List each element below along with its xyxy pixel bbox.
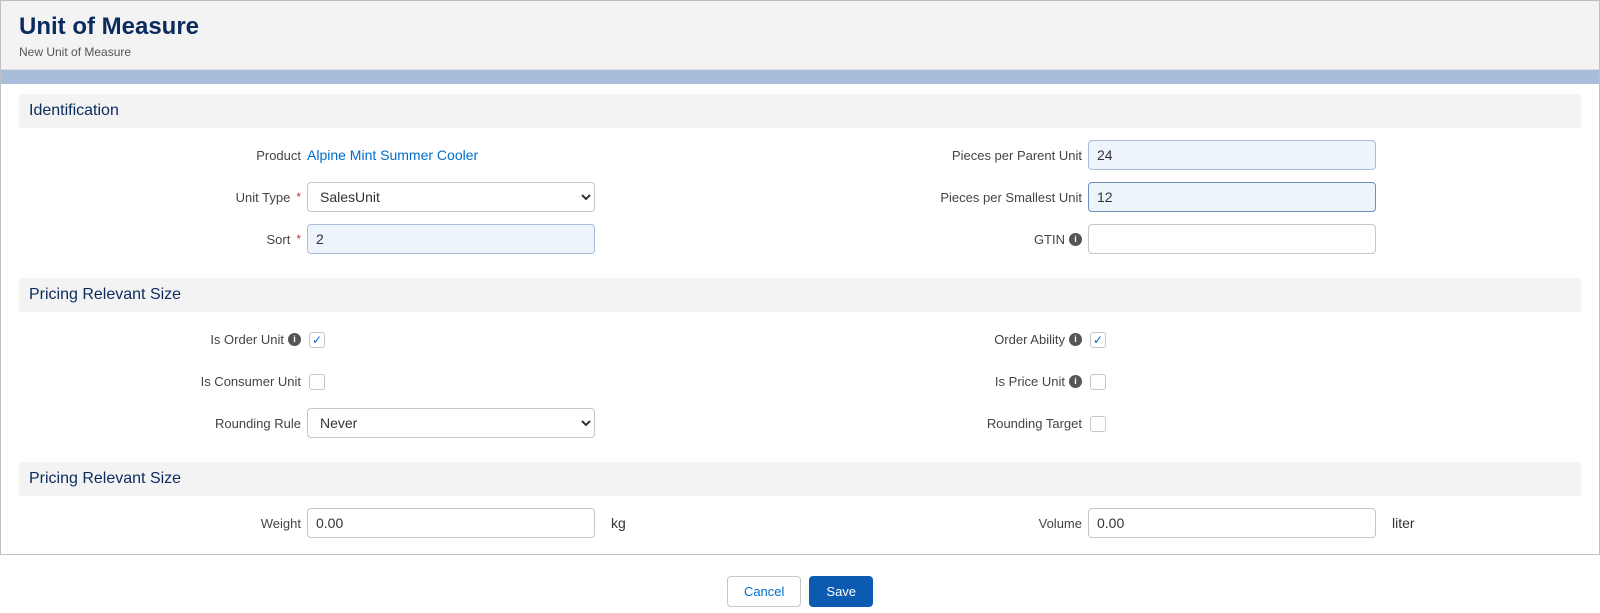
info-icon[interactable]: i xyxy=(1069,375,1082,388)
sort-input[interactable] xyxy=(307,224,595,254)
volume-unit: liter xyxy=(1392,515,1415,531)
pieces-smallest-label: Pieces per Smallest Unit xyxy=(940,190,1082,205)
order-ability-checkbox[interactable]: ✓ xyxy=(1090,332,1106,348)
volume-label: Volume xyxy=(1039,516,1082,531)
form-area: Identification Product Alpine Mint Summe… xyxy=(1,84,1599,613)
info-icon[interactable]: i xyxy=(1069,233,1082,246)
section-pricing2-body: Weight kg Volume liter xyxy=(19,496,1581,556)
is-consumer-unit-label: Is Consumer Unit xyxy=(201,374,301,389)
section-identification-body: Product Alpine Mint Summer Cooler Unit T… xyxy=(19,128,1581,272)
rounding-target-checkbox[interactable] xyxy=(1090,416,1106,432)
pieces-parent-label: Pieces per Parent Unit xyxy=(952,148,1082,163)
pricing1-left-col: Is Order Unit i ✓ Is Consumer Unit Round… xyxy=(19,324,800,450)
page-frame: Unit of Measure New Unit of Measure Iden… xyxy=(0,0,1600,555)
required-marker: * xyxy=(296,232,301,246)
unit-type-label: Unit Type xyxy=(236,190,291,205)
order-ability-label: Order Ability xyxy=(994,332,1065,347)
info-icon[interactable]: i xyxy=(1069,333,1082,346)
rounding-rule-select[interactable]: Never xyxy=(307,408,595,438)
gtin-input[interactable] xyxy=(1088,224,1376,254)
page-header: Unit of Measure New Unit of Measure xyxy=(1,1,1599,70)
required-marker: * xyxy=(296,190,301,204)
identification-left-col: Product Alpine Mint Summer Cooler Unit T… xyxy=(19,140,800,266)
product-label: Product xyxy=(256,148,301,163)
weight-unit: kg xyxy=(611,515,626,531)
section-pricing2-header: Pricing Relevant Size xyxy=(19,462,1581,496)
rounding-target-label: Rounding Target xyxy=(987,416,1082,431)
weight-input[interactable] xyxy=(307,508,595,538)
gtin-label: GTIN xyxy=(1034,232,1065,247)
sort-label: Sort xyxy=(266,232,290,247)
identification-right-col: Pieces per Parent Unit Pieces per Smalle… xyxy=(800,140,1581,266)
is-order-unit-label: Is Order Unit xyxy=(210,332,284,347)
weight-label: Weight xyxy=(261,516,301,531)
page-title: Unit of Measure xyxy=(19,13,1581,41)
form-actions: Cancel Save xyxy=(19,556,1581,613)
product-link[interactable]: Alpine Mint Summer Cooler xyxy=(307,147,478,163)
header-accent-bar xyxy=(1,70,1599,84)
rounding-rule-label: Rounding Rule xyxy=(215,416,301,431)
section-pricing1-header: Pricing Relevant Size xyxy=(19,278,1581,312)
is-order-unit-checkbox[interactable]: ✓ xyxy=(309,332,325,348)
is-price-unit-checkbox[interactable] xyxy=(1090,374,1106,390)
cancel-button[interactable]: Cancel xyxy=(727,576,801,607)
section-pricing1-body: Is Order Unit i ✓ Is Consumer Unit Round… xyxy=(19,312,1581,456)
save-button[interactable]: Save xyxy=(809,576,873,607)
volume-input[interactable] xyxy=(1088,508,1376,538)
info-icon[interactable]: i xyxy=(288,333,301,346)
page-subtitle: New Unit of Measure xyxy=(19,45,1581,59)
pricing1-right-col: Order Ability i ✓ Is Price Unit i xyxy=(800,324,1581,450)
is-consumer-unit-checkbox[interactable] xyxy=(309,374,325,390)
pieces-smallest-input[interactable] xyxy=(1088,182,1376,212)
pricing2-right-col: Volume liter xyxy=(800,508,1581,550)
pieces-parent-input[interactable] xyxy=(1088,140,1376,170)
pricing2-left-col: Weight kg xyxy=(19,508,800,550)
unit-type-select[interactable]: SalesUnit xyxy=(307,182,595,212)
is-price-unit-label: Is Price Unit xyxy=(995,374,1065,389)
section-identification-header: Identification xyxy=(19,94,1581,128)
